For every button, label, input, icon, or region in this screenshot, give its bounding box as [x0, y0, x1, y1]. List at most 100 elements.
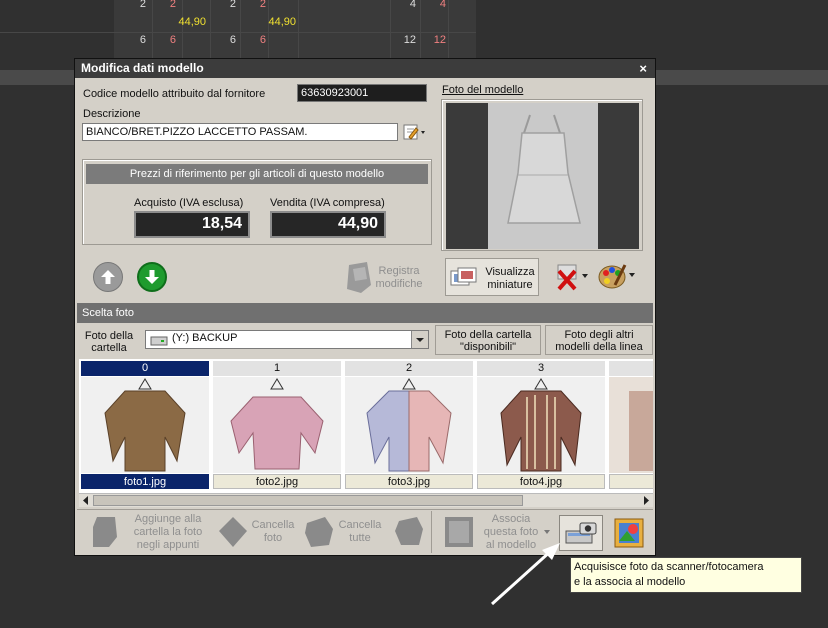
thumbnail-index — [609, 361, 653, 376]
description-label: Descrizione — [83, 108, 141, 120]
picture-frame-icon — [614, 518, 644, 548]
remove-photo-button[interactable] — [555, 261, 591, 293]
copy-icon — [395, 517, 423, 545]
move-down-button[interactable] — [137, 262, 167, 292]
save-icon — [347, 262, 371, 293]
thumbnail-filename: foto1.jpg — [81, 474, 209, 489]
copy-photo-button[interactable] — [391, 511, 427, 553]
thumbnail-item[interactable]: 2 foto3.jpg — [345, 359, 473, 489]
available-photos-label-2: "disponibili" — [459, 341, 517, 353]
toolbar-separator — [431, 511, 432, 553]
thumbnail-image — [609, 377, 653, 473]
delete-all-label-1: Cancella — [338, 519, 382, 531]
sheet-cell: 44,90 — [268, 16, 296, 28]
sale-price-field[interactable]: 44,90 — [270, 211, 386, 238]
close-icon[interactable]: × — [639, 59, 647, 78]
view-thumbnails-label-1: Visualizza — [485, 266, 535, 278]
thumbnail-image — [81, 377, 209, 473]
add-label-3: negli appunti — [136, 539, 200, 551]
add-from-clipboard-button[interactable]: Aggiunge alla cartella la foto negli app… — [89, 511, 205, 553]
sheet-cell: 2 — [169, 0, 176, 10]
photo-toolbar: Aggiunge alla cartella la foto negli app… — [77, 509, 653, 555]
thumbnail-index: 0 — [81, 361, 209, 376]
pointer-arrow-icon — [490, 543, 560, 606]
move-up-button[interactable] — [93, 262, 123, 292]
purchase-price-field[interactable]: 18,54 — [134, 211, 250, 238]
shirt-image — [230, 378, 324, 470]
view-thumbnails-button[interactable]: Visualizza miniature — [445, 258, 539, 296]
chevron-down-icon[interactable] — [543, 529, 551, 535]
sheet-gridline — [210, 0, 211, 58]
dialog-titlebar[interactable]: Modifica dati modello × — [75, 59, 655, 78]
associate-label-2: questa foto — [483, 526, 539, 538]
scroll-right-icon[interactable] — [641, 495, 651, 506]
save-changes-label-2: modifiche — [375, 278, 423, 290]
dialog-title: Modifica dati modello — [81, 61, 204, 75]
sheet-gridline — [448, 0, 449, 58]
edit-description-button[interactable] — [403, 123, 427, 141]
supplier-code-field[interactable]: 63630923001 — [297, 84, 427, 102]
sheet-gridline — [420, 0, 421, 58]
sheet-cell: 4 — [439, 0, 446, 10]
shirt-image — [104, 378, 186, 472]
associate-icon — [445, 517, 473, 547]
drive-icon — [150, 336, 168, 346]
thumbnail-item[interactable] — [609, 359, 653, 489]
sheet-cell: 2 — [229, 0, 236, 10]
folder-photos-label: Foto della cartella — [79, 327, 139, 355]
purchase-price-label: Acquisto (IVA esclusa) — [134, 197, 244, 209]
chevron-down-icon — [416, 338, 424, 342]
edit-model-dialog: Modifica dati modello × Codice modello a… — [74, 58, 656, 556]
clipboard-icon — [93, 517, 117, 547]
thumbnail-item[interactable]: 0 foto1.jpg — [81, 359, 209, 489]
thumbnail-strip: 0 foto1.jpg 1 foto2.jpg 2 foto3.jpg 3 fo… — [79, 359, 653, 493]
delete-label-2: foto — [263, 532, 283, 544]
save-changes-label-1: Registra — [378, 265, 420, 277]
sheet-gridline — [298, 0, 299, 58]
thumbnail-image — [477, 377, 605, 473]
thumbnail-filename — [609, 474, 653, 489]
thumbnail-filename: foto3.jpg — [345, 474, 473, 489]
sheet-cell: 6 — [169, 34, 176, 46]
available-photos-tab[interactable]: Foto della cartella "disponibili" — [435, 325, 541, 355]
add-label-2: cartella la foto — [133, 526, 203, 538]
thumbnails-icon — [450, 267, 477, 286]
model-photo — [446, 103, 639, 249]
sheet-cell: 2 — [139, 0, 146, 10]
model-photo-link[interactable]: Foto del modello — [442, 84, 523, 96]
pencil-icon — [403, 124, 425, 140]
drive-select[interactable]: (Y:) BACKUP — [145, 330, 429, 349]
thumbnail-item[interactable]: 3 foto4.jpg — [477, 359, 605, 489]
sheet-cell: 6 — [229, 34, 236, 46]
delete-photo-icon — [557, 264, 588, 291]
shirt-image — [500, 378, 582, 472]
scanner-tooltip: Acquisisce foto da scanner/fotocamera e … — [570, 557, 802, 593]
sale-price-label: Vendita (IVA compresa) — [270, 197, 385, 209]
photo-effects-button[interactable] — [611, 515, 647, 551]
thumbnail-filename: foto4.jpg — [477, 474, 605, 489]
scroll-left-icon[interactable] — [81, 495, 91, 506]
other-models-photos-tab[interactable]: Foto degli altri modelli della linea — [545, 325, 653, 355]
sheet-gridline — [152, 0, 153, 58]
description-field[interactable]: BIANCO/BRET.PIZZO LACCETTO PASSAM. — [82, 123, 398, 141]
thumbnail-image — [213, 377, 341, 473]
delete-all-button[interactable]: Cancella tutte — [303, 511, 385, 553]
sheet-cell: 12 — [403, 34, 416, 46]
delete-photo-button[interactable]: Cancella foto — [217, 511, 297, 553]
sheet-gridline — [268, 0, 269, 58]
scroll-thumb[interactable] — [93, 495, 523, 506]
sheet-gridline — [0, 32, 476, 33]
sheet-cell: 6 — [139, 34, 146, 46]
dropdown-button[interactable] — [411, 331, 428, 348]
tooltip-line-2: e la associa al modello — [574, 576, 686, 588]
thumbnail-index: 2 — [345, 361, 473, 376]
dress-image — [507, 114, 581, 224]
sheet-cell: 6 — [259, 34, 266, 46]
save-changes-button[interactable]: Registra modifiche — [343, 259, 427, 295]
delete-all-label-2: tutte — [349, 532, 371, 544]
thumbnail-filename: foto2.jpg — [213, 474, 341, 489]
supplier-code-label: Codice modello attribuito dal fornitore — [83, 88, 266, 100]
thumbnail-scrollbar[interactable] — [79, 493, 653, 507]
thumbnail-item[interactable]: 1 foto2.jpg — [213, 359, 341, 489]
edit-photo-button[interactable] — [597, 259, 637, 293]
